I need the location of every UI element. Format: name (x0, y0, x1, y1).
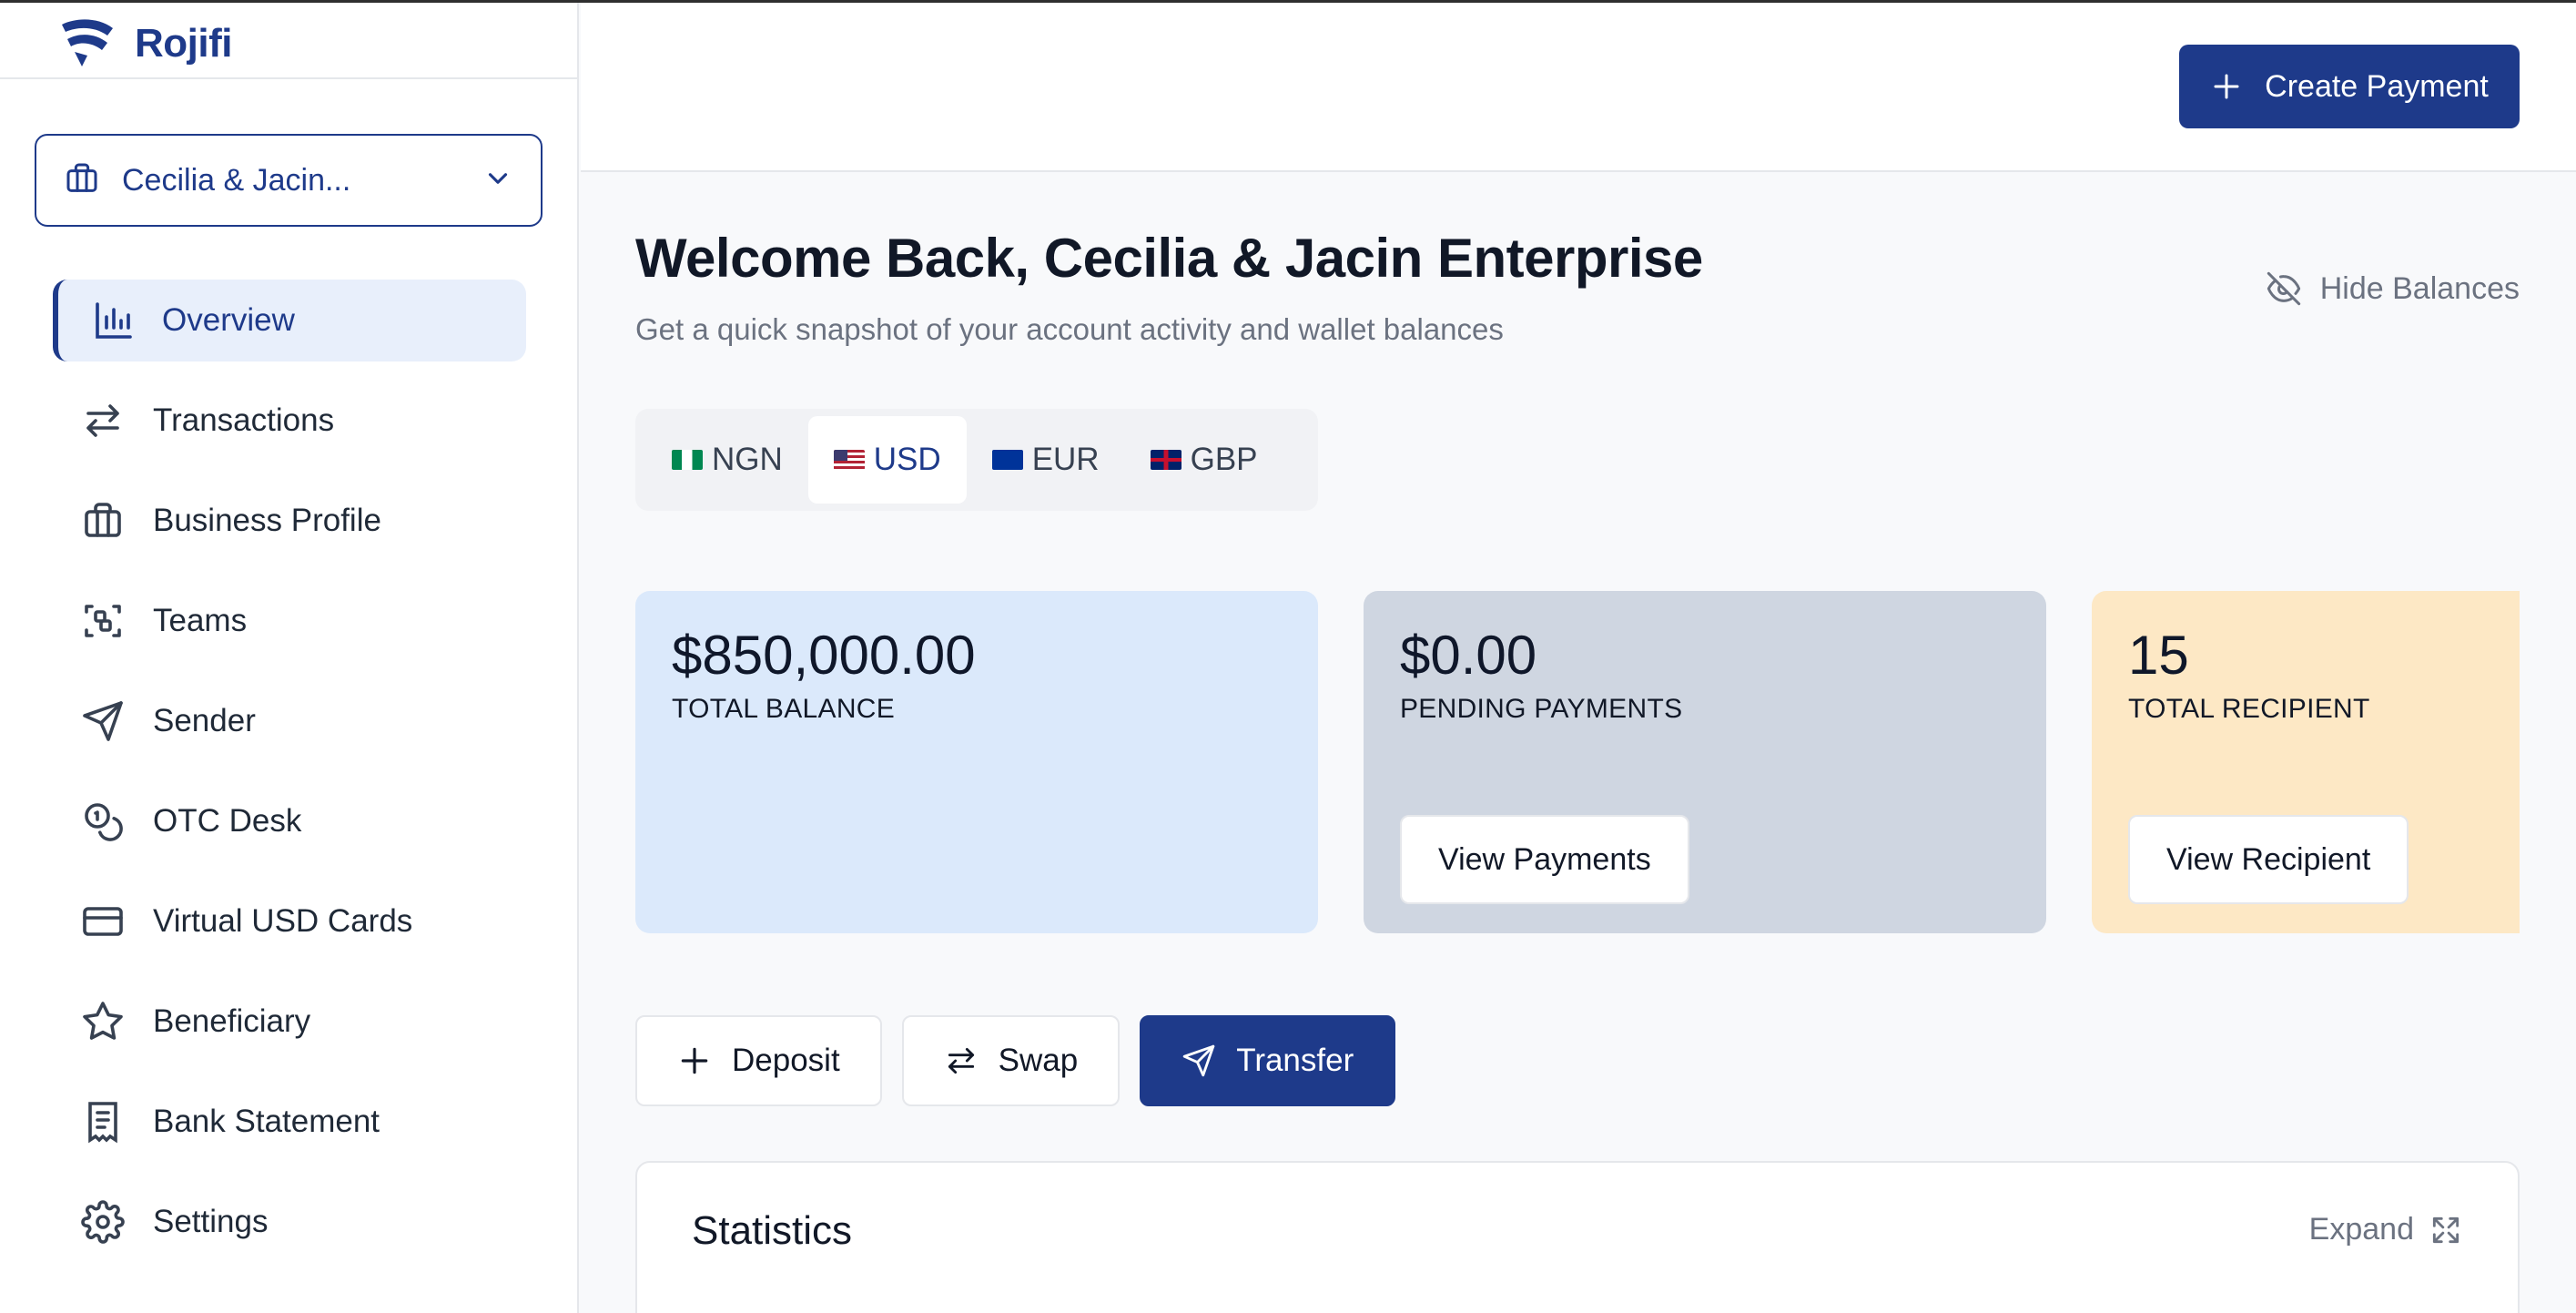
sidebar-item-label: OTC Desk (153, 803, 302, 839)
scan-people-icon (80, 598, 126, 644)
briefcase-icon (64, 160, 100, 201)
transfer-button[interactable]: Transfer (1140, 1015, 1396, 1106)
tab-label: EUR (1031, 442, 1100, 477)
sidebar-item-label: Business Profile (153, 503, 381, 538)
tab-usd[interactable]: USD (807, 416, 967, 504)
chevron-down-icon (482, 163, 513, 198)
deposit-label: Deposit (732, 1043, 840, 1078)
sidebar-item-sender[interactable]: Sender (53, 680, 526, 762)
currency-tabs: NGN USD EUR GBP (635, 409, 1318, 511)
brand-name: Rojifi (135, 21, 232, 66)
business-selector-label: Cecilia & Jacin... (122, 162, 351, 198)
arrows-swap-icon (80, 398, 126, 443)
balance-cards: $850,000.00 TOTAL BALANCE $0.00 PENDING … (635, 591, 2520, 933)
view-recipient-button[interactable]: View Recipient (2128, 815, 2409, 904)
plus-icon (681, 1047, 708, 1074)
sidebar-item-transactions[interactable]: Transactions (53, 380, 526, 462)
sidebar-nav: Overview Transactions Business Profile T… (53, 280, 526, 1281)
page-subtitle: Get a quick snapshot of your account act… (635, 312, 1504, 346)
gear-icon (80, 1199, 126, 1245)
briefcase-icon (80, 498, 126, 544)
sidebar-item-label: Teams (153, 603, 248, 638)
main-content: Create Payment Welcome Back, Cecilia & J… (581, 3, 2576, 1313)
wallet-actions: Deposit Swap Transfer (635, 1015, 1415, 1106)
pending-payments-amount: $0.00 (1400, 625, 1537, 686)
sidebar-item-label: Transactions (153, 402, 335, 438)
send-icon (80, 698, 126, 744)
pending-payments-label: PENDING PAYMENTS (1400, 694, 1683, 724)
sidebar-item-label: Beneficiary (153, 1003, 311, 1039)
sidebar-item-teams[interactable]: Teams (53, 580, 526, 662)
create-payment-button[interactable]: Create Payment (2179, 45, 2520, 128)
swap-button[interactable]: Swap (901, 1015, 1121, 1106)
bar-chart-icon (91, 298, 137, 343)
hide-balances-label: Hide Balances (2319, 270, 2520, 306)
tab-gbp[interactable]: GBP (1125, 416, 1283, 504)
hide-balances-toggle[interactable]: Hide Balances (2266, 270, 2520, 307)
rojifi-logo-icon (58, 15, 117, 73)
total-balance-amount: $850,000.00 (672, 625, 976, 686)
nigeria-flag-icon (672, 450, 703, 470)
receipt-icon (80, 1099, 126, 1145)
sidebar-item-otc-desk[interactable]: OTC Desk (53, 780, 526, 862)
statistics-title: Statistics (692, 1208, 853, 1253)
swap-label: Swap (998, 1043, 1079, 1078)
total-recipient-label: TOTAL RECIPIENT (2128, 694, 2370, 724)
star-icon (80, 999, 126, 1044)
pending-payments-card: $0.00 PENDING PAYMENTS View Payments (1364, 591, 2046, 933)
us-flag-icon (833, 450, 865, 470)
tab-label: GBP (1190, 442, 1258, 477)
sidebar-item-beneficiary[interactable]: Beneficiary (53, 981, 526, 1063)
eye-off-icon (2267, 271, 2300, 306)
topbar: Create Payment (581, 3, 2576, 172)
sidebar: Rojifi Cecilia & Jacin... Overview Trans… (0, 3, 579, 1313)
statistics-panel: Statistics Expand (635, 1161, 2520, 1313)
brand[interactable]: Rojifi (58, 15, 232, 72)
sidebar-item-label: Virtual USD Cards (153, 903, 413, 939)
sidebar-item-overview[interactable]: Overview (53, 280, 526, 361)
sidebar-item-label: Settings (153, 1204, 269, 1239)
tab-eur[interactable]: EUR (967, 416, 1125, 504)
expand-label: Expand (2308, 1212, 2414, 1247)
divider (0, 77, 579, 79)
uk-flag-icon (1150, 450, 1182, 470)
arrows-swap-icon (948, 1047, 974, 1074)
total-balance-card: $850,000.00 TOTAL BALANCE (635, 591, 1318, 933)
sidebar-item-label: Bank Statement (153, 1104, 380, 1139)
sidebar-item-virtual-usd-cards[interactable]: Virtual USD Cards (53, 880, 526, 962)
coins-icon (80, 799, 126, 844)
total-balance-label: TOTAL BALANCE (672, 694, 896, 724)
business-selector[interactable]: Cecilia & Jacin... (35, 134, 543, 227)
create-payment-label: Create Payment (2265, 68, 2489, 104)
transfer-label: Transfer (1236, 1043, 1354, 1078)
view-payments-button[interactable]: View Payments (1400, 815, 1689, 904)
eu-flag-icon (991, 450, 1023, 470)
expand-icon (2432, 1216, 2459, 1243)
sidebar-item-label: Overview (162, 302, 295, 338)
plus-icon (2214, 74, 2239, 99)
tab-label: USD (873, 442, 941, 477)
page-title: Welcome Back, Cecilia & Jacin Enterprise (635, 228, 1703, 289)
deposit-button[interactable]: Deposit (635, 1015, 882, 1106)
send-icon (1182, 1044, 1215, 1077)
tab-ngn[interactable]: NGN (646, 416, 808, 504)
total-recipient-card: 15 TOTAL RECIPIENT View Recipient (2092, 591, 2520, 933)
sidebar-item-business-profile[interactable]: Business Profile (53, 480, 526, 562)
app-root: Rojifi Cecilia & Jacin... Overview Trans… (0, 0, 2576, 1313)
credit-card-icon (80, 899, 126, 944)
sidebar-item-settings[interactable]: Settings (53, 1181, 526, 1263)
sidebar-item-bank-statement[interactable]: Bank Statement (53, 1081, 526, 1163)
sidebar-item-label: Sender (153, 703, 256, 738)
expand-button[interactable]: Expand (2309, 1212, 2463, 1247)
total-recipient-amount: 15 (2128, 625, 2189, 686)
tab-label: NGN (712, 442, 783, 477)
